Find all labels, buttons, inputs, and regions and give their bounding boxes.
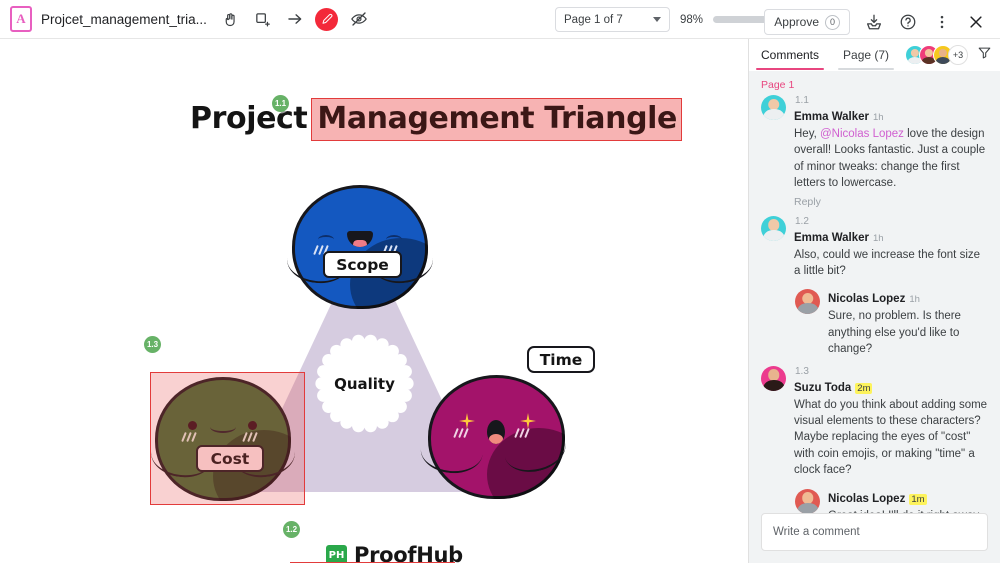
page-group-label: Page 1 [761, 79, 795, 91]
cost-eye-left [188, 421, 197, 430]
avatar[interactable] [761, 215, 786, 241]
comment-text-pre: Hey, [794, 128, 820, 140]
comment-body: What do you think about adding some visu… [794, 398, 988, 477]
comment-mention[interactable]: @Nicolas Lopez [820, 128, 904, 140]
approve-label: Approve [774, 15, 819, 29]
comment-thread: 1.1 Emma Walker 1h Hey, @Nicolas Lopez lo… [761, 95, 988, 208]
close-icon[interactable] [960, 6, 992, 38]
filter-icon[interactable] [977, 45, 992, 65]
proofhub-logo: PH ProofHub [326, 543, 463, 563]
toolbar-right-group: Approve 0 [764, 6, 992, 38]
scope-eye-left [318, 235, 334, 244]
node-time[interactable] [418, 375, 571, 499]
comment-input[interactable]: Write a comment [761, 513, 988, 551]
center-quality-label: Quality [334, 374, 395, 393]
node-time-label: Time [527, 346, 595, 373]
collaborator-avatars[interactable]: +3 [905, 45, 968, 65]
avatar[interactable] [761, 365, 786, 391]
crop-icon[interactable] [247, 3, 279, 35]
reply-button[interactable]: Reply [794, 196, 988, 208]
download-icon[interactable] [858, 6, 890, 38]
tab-comments-label: Comments [761, 48, 820, 62]
more-options-icon[interactable] [926, 6, 958, 38]
comment-body: Also, could we increase the font size a … [794, 248, 981, 278]
time-blush-left [453, 427, 473, 440]
center-quality-badge: Quality [313, 332, 416, 435]
page-selector[interactable]: Page 1 of 7 [555, 7, 670, 32]
node-scope-label: Scope [323, 251, 402, 278]
zoom-level-label: 98% [680, 13, 704, 26]
avatar[interactable] [795, 289, 820, 315]
pdf-file-icon: A [10, 6, 32, 32]
chevron-down-icon [653, 17, 661, 22]
comment-reply: Nicolas Lopez1m Great idea! I'll do it r… [795, 488, 988, 513]
avatar[interactable] [795, 488, 820, 513]
comment-thread: 1.3 Suzu Toda 2m What do you think about … [761, 365, 988, 513]
comment-number: 1.1 [795, 95, 809, 106]
approve-count-badge: 0 [825, 14, 840, 30]
annotation-marker-1-2[interactable]: 1.2 [283, 521, 300, 538]
page-title: Project Management Triangle [190, 98, 682, 141]
comment-author: Emma Walker [794, 231, 869, 244]
help-icon[interactable] [892, 6, 924, 38]
page-title-plain: Project [190, 101, 308, 136]
annotation-tools [215, 3, 375, 35]
tab-page[interactable]: Page (7) [838, 48, 895, 70]
comments-panel: Comments Page (7) +3 Page 1 1.1 Emma Wal… [748, 39, 1000, 563]
document-file-name: Projcet_management_tria... [41, 11, 207, 27]
time-blush-right [514, 427, 534, 440]
scope-eye-right [386, 235, 402, 244]
approve-button[interactable]: Approve 0 [764, 9, 850, 35]
annotation-marker-1-1[interactable]: 1.1 [272, 95, 289, 112]
reply-body: Sure, no problem. Is there anything else… [828, 310, 961, 356]
comments-panel-header: Comments Page (7) +3 [749, 39, 1000, 71]
hand-icon[interactable] [215, 3, 247, 35]
comment-input-placeholder: Write a comment [773, 526, 860, 538]
node-scope[interactable] [284, 185, 436, 309]
node-cost[interactable] [148, 377, 298, 501]
tab-page-label: Page (7) [843, 48, 890, 62]
avatar[interactable] [761, 95, 786, 120]
time-mouth [487, 420, 505, 444]
comment-reply: Nicolas Lopez 1h Sure, no problem. Is the… [795, 289, 988, 357]
comment-author: Suzu Toda [794, 381, 852, 394]
top-toolbar: A Projcet_management_tria... Page 1 of 7… [0, 0, 1000, 39]
comment-author: Emma Walker [794, 111, 869, 123]
comment-number: 1.2 [795, 215, 809, 227]
node-cost-label: Cost [196, 445, 264, 472]
annotation-marker-1-3[interactable]: 1.3 [144, 336, 161, 353]
cost-mouth [210, 421, 236, 433]
eye-off-icon[interactable] [343, 3, 375, 35]
reply-timestamp: 1h [909, 294, 920, 306]
comment-body: Hey, @Nicolas Lopez love the design over… [794, 126, 988, 192]
comment-timestamp: 2m [855, 382, 873, 394]
page-title-highlighted: Management Triangle [311, 98, 682, 141]
arrow-icon[interactable] [279, 3, 311, 35]
tab-comments[interactable]: Comments [756, 48, 825, 70]
cost-blush-right [242, 431, 262, 444]
comments-list[interactable]: Page 1 1.1 Emma Walker 1h Hey, @Nicolas L… [749, 71, 1000, 513]
cost-blush-left [181, 431, 201, 444]
comment-thread: 1.2 Emma Walker 1h Also, could we increas… [761, 215, 988, 358]
page-selector-value: Page 1 of 7 [564, 13, 623, 26]
comment-timestamp: 1h [873, 112, 884, 123]
panel-header-right: +3 [905, 45, 992, 65]
document-canvas[interactable]: Project Management Triangle 1.1 Scope Co… [0, 39, 748, 563]
toolbar-left-group: A Projcet_management_tria... [0, 3, 375, 35]
document-page: Project Management Triangle 1.1 Scope Co… [0, 39, 748, 563]
cost-eye-right [248, 421, 257, 430]
reply-body: Great idea! I'll do it right away. [828, 508, 988, 513]
proofhub-logo-name: ProofHub [354, 543, 463, 563]
reply-author: Nicolas Lopez [828, 492, 906, 505]
reply-timestamp: 1m [909, 493, 927, 505]
comment-timestamp: 1h [873, 232, 884, 244]
proofhub-logo-mark: PH [326, 544, 347, 563]
reply-author: Nicolas Lopez [828, 293, 906, 306]
comment-number: 1.3 [795, 365, 809, 377]
marker-icon[interactable] [311, 3, 343, 35]
avatar-overflow-count[interactable]: +3 [948, 45, 968, 65]
